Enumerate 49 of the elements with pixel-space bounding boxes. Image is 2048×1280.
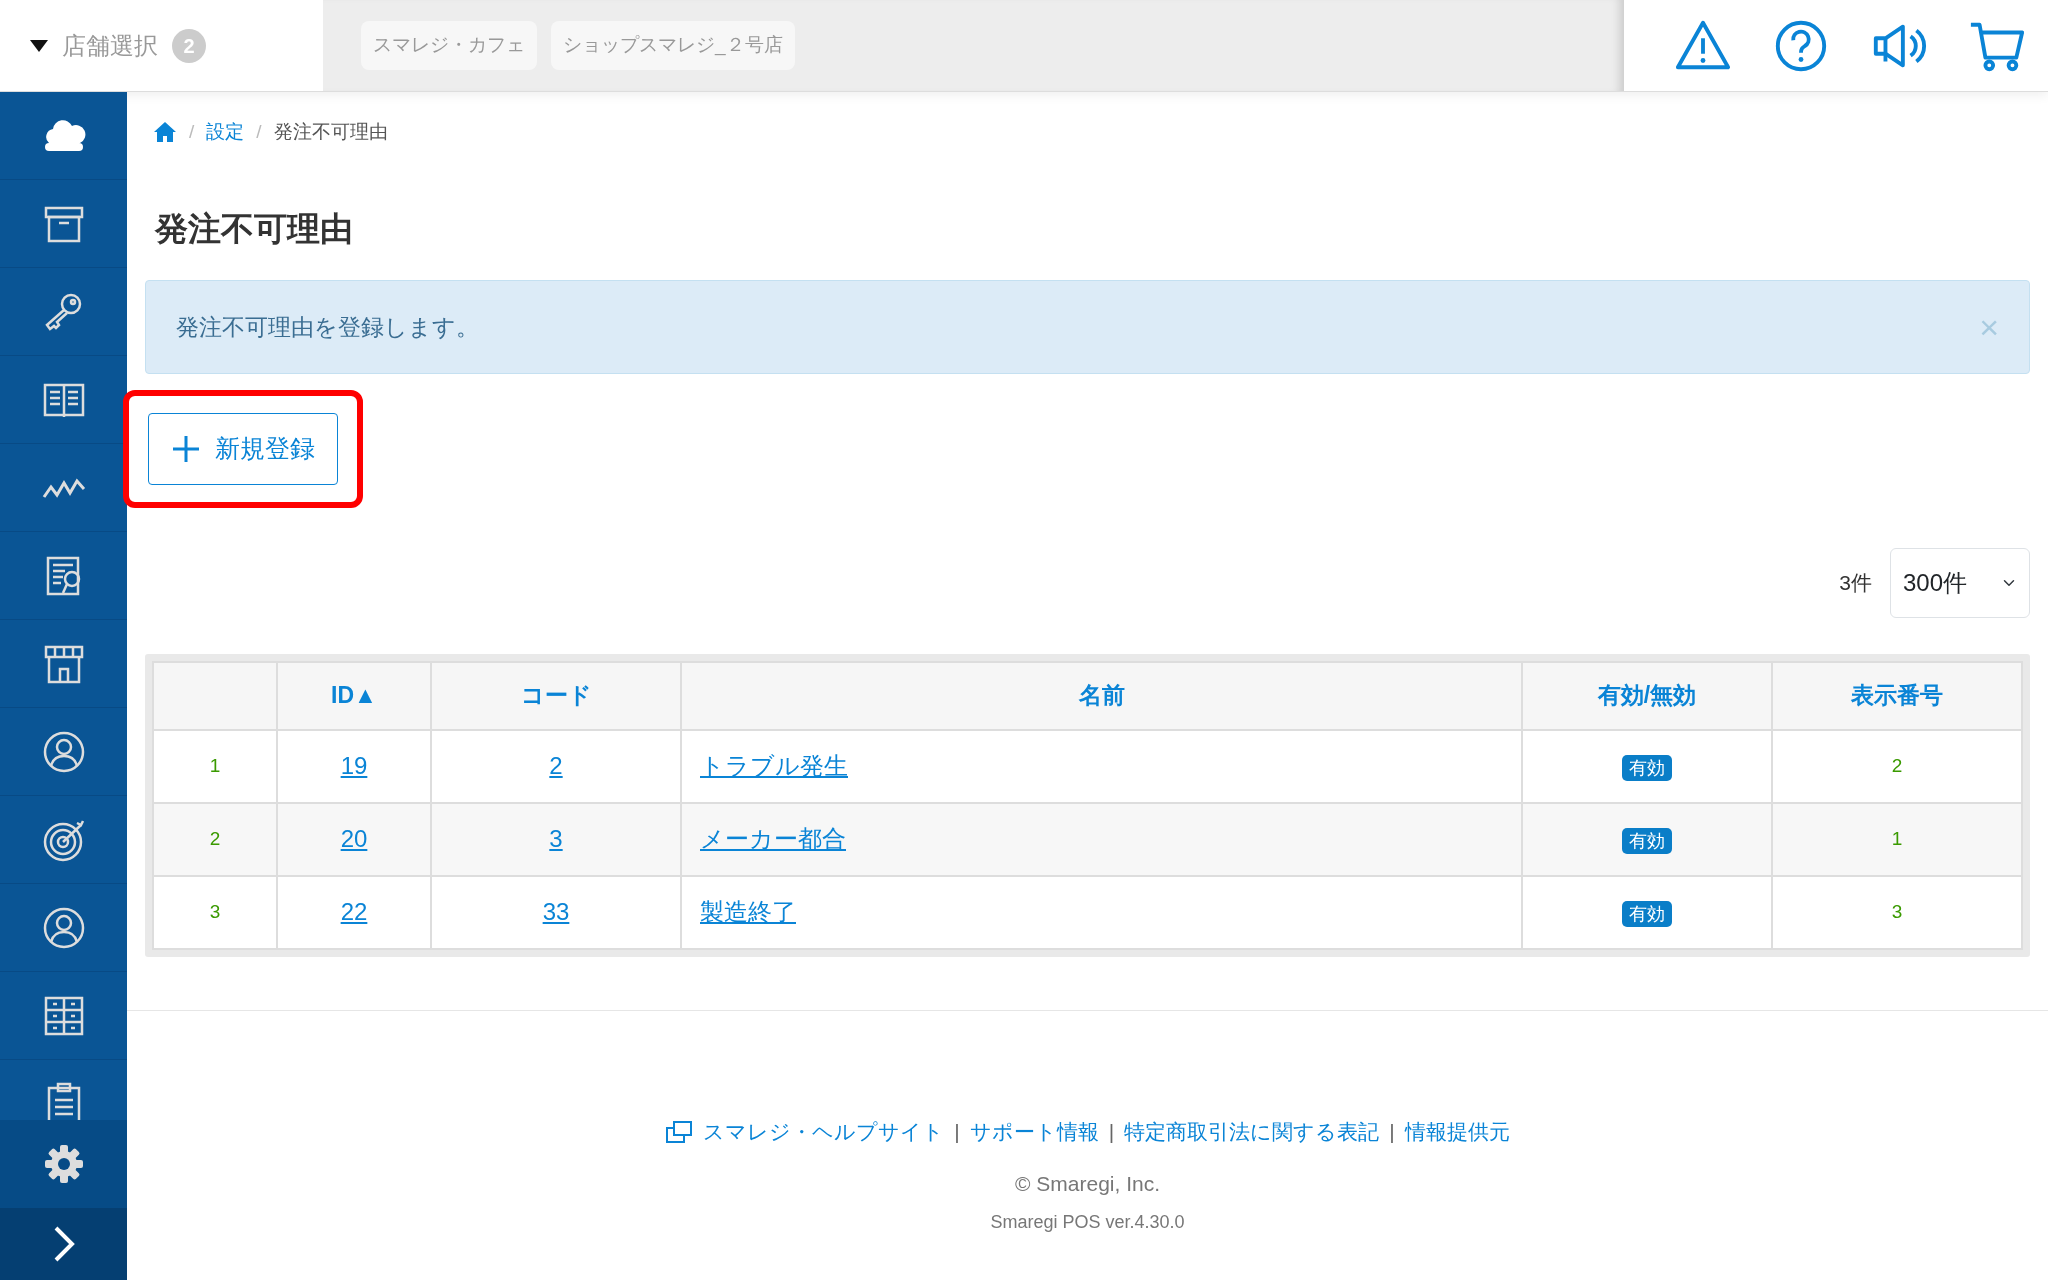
- store-chip[interactable]: ショップスマレジ_２号店: [551, 21, 795, 70]
- column-header[interactable]: 有効/無効: [1522, 661, 1772, 730]
- link-separator: |: [1389, 1119, 1395, 1145]
- status-badge: 有効: [1622, 755, 1672, 782]
- caret-icon: [30, 39, 48, 52]
- status-badge: 有効: [1622, 901, 1672, 928]
- new-register-button[interactable]: 新規登録: [148, 413, 338, 485]
- footer-link[interactable]: スマレジ・ヘルプサイト: [703, 1116, 945, 1148]
- name-link[interactable]: 製造終了: [700, 898, 796, 926]
- page-title: 発注不可理由: [155, 208, 354, 249]
- page-size-select[interactable]: 300件: [1890, 547, 2030, 618]
- version-text: Smaregi POS ver.4.30.0: [990, 1211, 1185, 1234]
- column-header[interactable]: 名前: [681, 661, 1522, 730]
- name-link[interactable]: メーカー都合: [700, 825, 846, 853]
- footer-link[interactable]: 特定商取引法に関する表記: [1124, 1116, 1380, 1148]
- breadcrumb-separator: /: [256, 120, 262, 144]
- id-link[interactable]: 20: [340, 825, 368, 853]
- column-header[interactable]: ID▲: [277, 661, 431, 730]
- id-link[interactable]: 19: [340, 752, 368, 780]
- plus-icon: [171, 433, 201, 464]
- breadcrumb-link[interactable]: 設定: [206, 118, 245, 147]
- external-window-icon: [665, 1119, 694, 1144]
- display-order: 2: [1772, 729, 2022, 803]
- code-link[interactable]: 33: [542, 898, 570, 926]
- row-number: 3: [153, 875, 277, 949]
- store-chip[interactable]: スマレジ・カフェ: [361, 21, 537, 70]
- row-number: 1: [153, 729, 277, 803]
- alert-message: 発注不可理由を登録します。: [176, 312, 479, 342]
- footer-link[interactable]: サポート情報: [969, 1116, 1099, 1148]
- home-icon[interactable]: [153, 121, 177, 144]
- store-selector-label: 店舗選択: [62, 30, 158, 61]
- link-separator: |: [1108, 1119, 1115, 1145]
- display-order: 3: [1772, 875, 2022, 949]
- column-header[interactable]: コード: [431, 661, 681, 730]
- status-badge: 有効: [1622, 828, 1672, 855]
- row-number: 2: [153, 802, 277, 876]
- breadcrumb-separator: /: [189, 120, 195, 144]
- code-link[interactable]: 3: [549, 825, 563, 853]
- record-count: 3件: [1839, 569, 1872, 596]
- footer-link[interactable]: 情報提供元: [1404, 1116, 1510, 1148]
- column-header[interactable]: 表示番号: [1772, 661, 2022, 730]
- copyright-text: © Smaregi, Inc.: [1015, 1170, 1160, 1197]
- id-link[interactable]: 22: [340, 898, 368, 926]
- code-link[interactable]: 2: [549, 752, 563, 780]
- breadcrumb-current: 発注不可理由: [273, 120, 388, 144]
- display-order: 1: [1772, 802, 2022, 876]
- link-separator: |: [954, 1119, 960, 1145]
- settings-icon[interactable]: [43, 1144, 84, 1184]
- name-link[interactable]: トラブル発生: [700, 752, 848, 780]
